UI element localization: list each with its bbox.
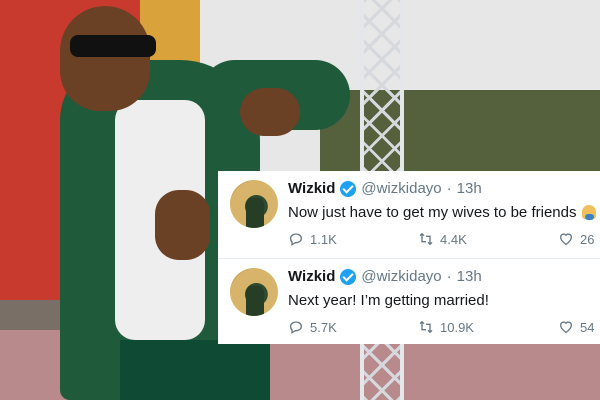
avatar[interactable] — [230, 268, 278, 316]
retweet-icon — [419, 320, 433, 334]
tweet-card[interactable]: Wizkid @wizkidayo · 13h Now just have to… — [218, 171, 600, 259]
separator: · — [446, 268, 452, 285]
tweet-actions: 5.7K 10.9K 54 — [288, 319, 600, 339]
person-head — [60, 6, 150, 111]
tweet-text: Next year! I’m getting married! — [288, 292, 489, 309]
tweet-text-content: Now just have to get my wives to be frie… — [288, 204, 577, 221]
retweet-count: 4.4K — [440, 231, 467, 247]
timestamp[interactable]: 13h — [457, 268, 482, 285]
retweet-button[interactable]: 4.4K — [418, 231, 467, 247]
verified-badge-icon — [340, 180, 357, 197]
retweet-button[interactable]: 10.9K — [418, 319, 474, 335]
avatar[interactable] — [230, 180, 278, 228]
retweet-icon — [419, 232, 433, 246]
retweet-count: 10.9K — [440, 319, 474, 335]
tweet-header: Wizkid @wizkidayo · 13h — [288, 180, 482, 197]
heart-icon — [559, 233, 573, 246]
display-name[interactable]: Wizkid — [288, 268, 335, 285]
username-handle[interactable]: @wizkidayo — [361, 180, 441, 197]
like-button[interactable]: 54 — [558, 319, 594, 335]
like-count: 54 — [580, 319, 595, 335]
tweet-header: Wizkid @wizkidayo · 13h — [288, 268, 482, 285]
reply-icon — [289, 233, 303, 246]
reply-count: 5.7K — [310, 319, 337, 335]
separator: · — [446, 180, 452, 197]
display-name[interactable]: Wizkid — [288, 180, 335, 197]
facepalm-emoji-icon — [582, 205, 597, 220]
sunglasses — [70, 35, 156, 57]
person-hand — [155, 190, 210, 260]
heart-icon — [559, 321, 573, 334]
verified-badge-icon — [340, 268, 357, 285]
tweet-card[interactable]: Wizkid @wizkidayo · 13h Next year! I’m g… — [218, 258, 600, 344]
tweet-text-content: Next year! I’m getting married! — [288, 292, 489, 309]
reply-icon — [289, 321, 303, 334]
reply-button[interactable]: 5.7K — [288, 319, 337, 335]
reply-button[interactable]: 1.1K — [288, 231, 337, 247]
reply-count: 1.1K — [310, 231, 337, 247]
timestamp[interactable]: 13h — [457, 180, 482, 197]
tweet-actions: 1.1K 4.4K 26 — [288, 231, 600, 251]
username-handle[interactable]: @wizkidayo — [361, 268, 441, 285]
like-count: 26 — [580, 231, 595, 247]
tweet-text: Now just have to get my wives to be frie… — [288, 204, 597, 221]
person-pants — [120, 340, 270, 400]
like-button[interactable]: 26 — [558, 231, 594, 247]
person-hand — [240, 88, 300, 136]
